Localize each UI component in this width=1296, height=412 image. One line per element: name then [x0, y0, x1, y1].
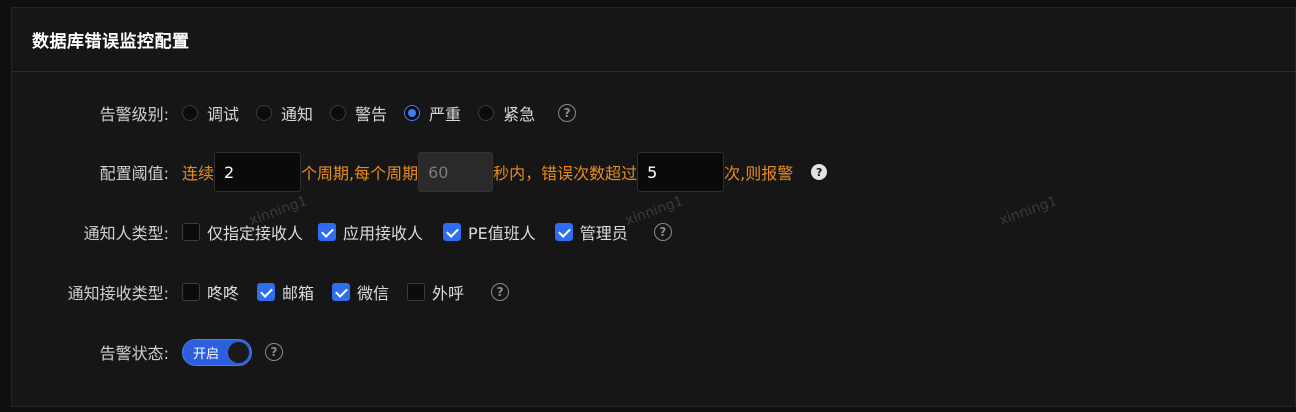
notify-channel-checkbox-group: 咚咚 邮箱 微信 外呼 ? — [182, 272, 510, 312]
threshold-row: 配置阈值: 连续 2 个周期,每个周期 60 秒内，错误次数超过 5 次,则报警… — [12, 152, 1296, 192]
checkbox-label: PE值班人 — [468, 224, 536, 243]
error-count-input[interactable]: 5 — [637, 152, 725, 192]
notify-channel-label: 通知接收类型: — [67, 284, 169, 303]
alert-status-toggle[interactable]: 开启 — [182, 338, 252, 366]
notify-person-row: 通知人类型: 仅指定接收人 应用接收人 PE值班人 管理员 ? — [12, 212, 1296, 252]
checkbox-admin[interactable]: 管理员 — [554, 220, 628, 244]
radio-circle[interactable] — [330, 105, 347, 121]
checkbox-designated-receiver[interactable]: 仅指定接收人 — [182, 220, 303, 244]
threshold-text-periods: 个周期,每个周期 — [301, 164, 419, 183]
checkbox-app-receiver[interactable]: 应用接收人 — [318, 220, 423, 244]
checkbox-label: 应用接收人 — [343, 224, 424, 243]
radio-notice[interactable]: 通知 — [256, 101, 313, 125]
checkbox-box-checked[interactable] — [554, 223, 573, 241]
alert-status-row: 告警状态: 开启 ? — [12, 332, 1296, 372]
alert-status-control: 开启 ? — [182, 332, 283, 372]
checkbox-box[interactable] — [407, 283, 426, 301]
radio-label: 警告 — [355, 105, 388, 124]
notify-channel-row: 通知接收类型: 咚咚 邮箱 微信 外呼 ? — [12, 272, 1296, 312]
radio-circle-selected[interactable] — [404, 105, 421, 121]
radio-circle[interactable] — [182, 105, 198, 121]
checkbox-label: 管理员 — [579, 224, 628, 243]
toggle-label: 开启 — [193, 346, 220, 362]
checkbox-outbound-call[interactable]: 外呼 — [407, 280, 464, 304]
checkbox-box-checked[interactable] — [318, 223, 337, 241]
threshold-sentence: 连续 2 个周期,每个周期 60 秒内，错误次数超过 5 次,则报警 ? — [182, 152, 828, 192]
checkbox-dongdong[interactable]: 咚咚 — [182, 280, 239, 304]
threshold-text-seconds: 秒内，错误次数超过 — [493, 164, 638, 183]
radio-label: 通知 — [281, 105, 314, 124]
radio-emergency[interactable]: 紧急 — [478, 101, 535, 125]
checkbox-label: 咚咚 — [207, 284, 240, 303]
checkbox-label: 仅指定接收人 — [207, 224, 304, 243]
radio-warning[interactable]: 警告 — [330, 101, 387, 125]
threshold-label: 配置阈值: — [99, 164, 169, 183]
panel-header: 数据库错误监控配置 — [12, 8, 1295, 72]
help-icon[interactable]: ? — [653, 223, 672, 241]
checkbox-wechat[interactable]: 微信 — [332, 280, 389, 304]
notify-person-label: 通知人类型: — [83, 224, 169, 243]
checkbox-box-checked[interactable] — [257, 283, 276, 301]
checkbox-label: 邮箱 — [282, 284, 315, 303]
panel-title: 数据库错误监控配置 — [32, 32, 190, 52]
alert-status-label: 告警状态: — [99, 344, 169, 363]
period-seconds-input: 60 — [418, 152, 494, 192]
help-icon[interactable]: ? — [491, 283, 510, 301]
threshold-text-suffix: 次,则报警 — [724, 164, 794, 183]
notify-person-checkbox-group: 仅指定接收人 应用接收人 PE值班人 管理员 ? — [182, 212, 672, 252]
help-icon[interactable]: ? — [265, 343, 283, 361]
monitor-config-panel: 数据库错误监控配置 告警级别: 调试 通知 警告 严重 紧急 ? 配置阈值: 连… — [11, 7, 1296, 407]
radio-label: 紧急 — [503, 105, 536, 124]
periods-input[interactable]: 2 — [214, 152, 302, 192]
radio-label: 调试 — [207, 105, 240, 124]
checkbox-box[interactable] — [182, 283, 200, 301]
checkbox-box-checked[interactable] — [443, 223, 462, 241]
help-icon[interactable]: ? — [558, 104, 577, 122]
radio-label: 严重 — [429, 105, 462, 124]
radio-critical[interactable]: 严重 — [404, 101, 461, 125]
threshold-text-prefix: 连续 — [182, 164, 215, 183]
radio-circle[interactable] — [256, 105, 273, 121]
toggle-knob — [228, 341, 249, 363]
alert-level-label: 告警级别: — [99, 105, 169, 124]
checkbox-box-checked[interactable] — [332, 283, 351, 301]
radio-circle[interactable] — [478, 105, 495, 121]
alert-level-row: 告警级别: 调试 通知 警告 严重 紧急 ? — [12, 93, 1296, 133]
radio-debug[interactable]: 调试 — [182, 101, 239, 125]
checkbox-pe-oncall[interactable]: PE值班人 — [443, 220, 536, 244]
checkbox-box[interactable] — [182, 223, 200, 241]
checkbox-label: 外呼 — [432, 284, 465, 303]
checkbox-label: 微信 — [357, 284, 390, 303]
help-icon[interactable]: ? — [811, 164, 828, 180]
alert-level-radio-group: 调试 通知 警告 严重 紧急 ? — [182, 93, 577, 133]
checkbox-email[interactable]: 邮箱 — [257, 280, 314, 304]
